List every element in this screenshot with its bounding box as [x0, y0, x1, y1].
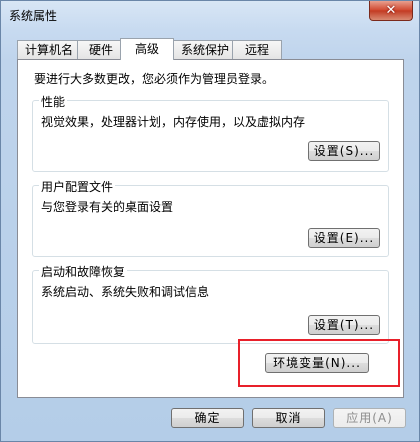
- performance-group: 性能 视觉效果，处理器计划，内存使用，以及虚拟内存 设置(S)...: [32, 93, 389, 172]
- tab-remote[interactable]: 远程: [232, 40, 282, 59]
- performance-description: 视觉效果，处理器计划，内存使用，以及虚拟内存: [41, 115, 306, 129]
- startup-recovery-description: 系统启动、系统失败和调试信息: [41, 285, 210, 299]
- highlight-box: [238, 339, 400, 387]
- tab-hardware[interactable]: 硬件: [77, 40, 125, 59]
- tab-computer-name[interactable]: 计算机名: [17, 40, 81, 59]
- tab-advanced[interactable]: 高级: [120, 38, 174, 60]
- close-button[interactable]: ✕: [369, 1, 413, 21]
- user-profiles-group-title: 用户配置文件: [39, 178, 116, 195]
- admin-notice: 要进行大多数更改，您必须作为管理员登录。: [34, 72, 275, 86]
- cancel-button[interactable]: 取消: [252, 408, 325, 428]
- ok-button[interactable]: 确定: [171, 408, 244, 428]
- startup-recovery-group: 启动和故障恢复 系统启动、系统失败和调试信息 设置(T)...: [32, 263, 389, 344]
- startup-recovery-group-title: 启动和故障恢复: [39, 263, 128, 280]
- performance-group-title: 性能: [39, 93, 68, 110]
- title-bar: 系统属性 ✕: [1, 1, 419, 29]
- performance-settings-button[interactable]: 设置(S)...: [308, 141, 380, 161]
- user-profiles-group: 用户配置文件 与您登录有关的桌面设置 设置(E)...: [32, 178, 389, 257]
- tab-system-protection[interactable]: 系统保护: [173, 40, 237, 59]
- system-properties-window: 系统属性 ✕ 计算机名 硬件 高级 系统保护 远程 要进行大多数更改，您必须作为…: [0, 0, 420, 442]
- window-title: 系统属性: [9, 9, 58, 23]
- user-profiles-description: 与您登录有关的桌面设置: [41, 200, 174, 214]
- user-profiles-settings-button[interactable]: 设置(E)...: [308, 228, 380, 248]
- close-icon: ✕: [385, 3, 397, 18]
- apply-button[interactable]: 应用(A): [333, 408, 406, 428]
- startup-recovery-settings-button[interactable]: 设置(T)...: [308, 315, 380, 335]
